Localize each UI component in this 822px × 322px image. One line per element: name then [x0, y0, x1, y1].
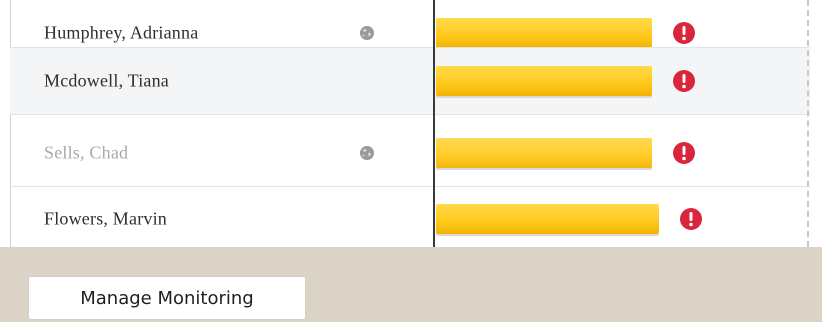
- student-name[interactable]: Flowers, Marvin: [44, 209, 167, 230]
- student-name[interactable]: Mcdowell, Tiana: [44, 71, 169, 92]
- manage-monitoring-button[interactable]: Manage Monitoring: [28, 276, 306, 320]
- table-row[interactable]: Sells, Chad: [10, 120, 810, 186]
- progress-fill: [436, 138, 652, 168]
- progress-bar: [436, 66, 668, 96]
- student-name[interactable]: Sells, Chad: [44, 143, 128, 164]
- progress-bar: [436, 18, 668, 48]
- alert-icon[interactable]: [672, 141, 696, 165]
- alert-icon[interactable]: [679, 207, 703, 231]
- row-divider: [10, 114, 810, 115]
- alert-icon[interactable]: [672, 69, 696, 93]
- progress-axis-line: [433, 0, 435, 247]
- table-row[interactable]: Flowers, Marvin: [10, 186, 810, 252]
- progress-fill: [436, 18, 652, 48]
- progress-fill: [436, 204, 659, 234]
- globe-icon: [360, 26, 374, 40]
- progress-bar: [436, 138, 668, 168]
- student-monitoring-list: Humphrey, Adrianna Mcdowell, Tiana Sells…: [10, 0, 810, 247]
- progress-fill: [436, 66, 652, 96]
- progress-target-line: [807, 0, 809, 247]
- alert-icon[interactable]: [672, 21, 696, 45]
- progress-bar: [436, 204, 668, 234]
- student-name[interactable]: Humphrey, Adrianna: [44, 23, 198, 44]
- globe-icon: [360, 146, 374, 160]
- table-row[interactable]: Mcdowell, Tiana: [10, 48, 810, 114]
